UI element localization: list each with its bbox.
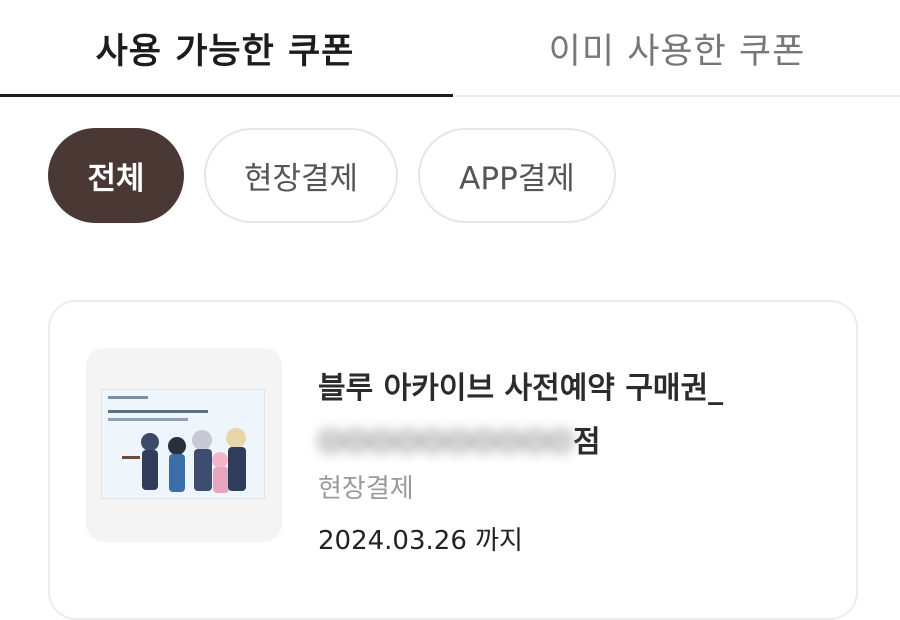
coupon-store-name-redacted: OOOOOOOOOO (318, 425, 574, 460)
filter-app-payment-chip[interactable]: APP결제 (418, 128, 616, 223)
tab-available-coupons[interactable]: 사용 가능한 쿠폰 (0, 0, 450, 97)
coupon-expiry-date: 2024.03.26 까지 (318, 526, 523, 556)
coupon-payment-type: 현장결제 (318, 474, 414, 504)
filter-all-chip[interactable]: 전체 (48, 128, 184, 223)
coupon-title-suffix: 점 (573, 425, 601, 460)
coupon-title-line2: OOOOOOOOOO점 (318, 416, 838, 470)
coupon-title: 블루 아카이브 사전예약 구매권_ OOOOOOOOOO점 (318, 362, 838, 470)
coupon-title-line1: 블루 아카이브 사전예약 구매권_ (318, 371, 724, 406)
filter-onsite-payment-chip[interactable]: 현장결제 (204, 128, 398, 223)
coupon-thumbnail-image (101, 389, 265, 499)
tab-used-coupons[interactable]: 이미 사용한 쿠폰 (452, 0, 900, 97)
coupon-tabs: 사용 가능한 쿠폰 이미 사용한 쿠폰 (0, 0, 900, 97)
active-tab-indicator (0, 94, 453, 97)
